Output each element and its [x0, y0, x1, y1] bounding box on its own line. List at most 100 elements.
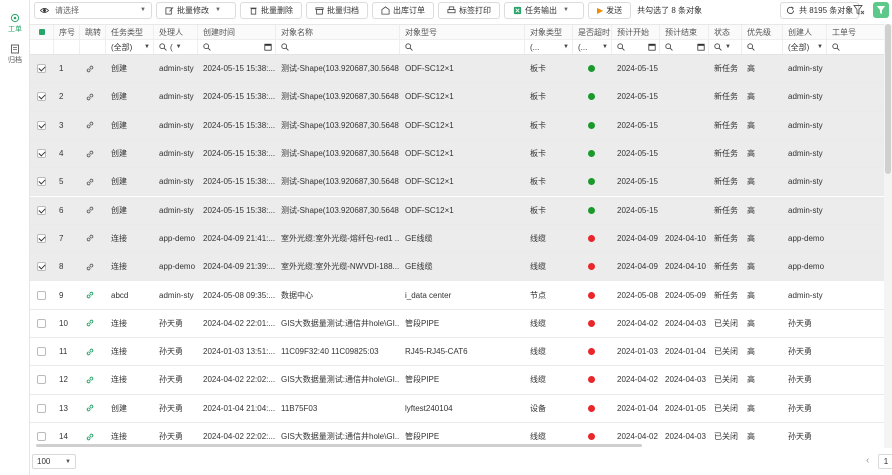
link-icon[interactable] [85, 375, 95, 385]
checkbox-box[interactable] [37, 262, 46, 272]
column-header-jump[interactable]: 跳转 [80, 25, 106, 39]
row-checkbox[interactable] [30, 310, 54, 337]
link-icon[interactable] [85, 318, 95, 328]
row-jump-cell[interactable] [80, 55, 106, 82]
total-count-refresh[interactable]: 共 8195 条对象 [780, 2, 860, 19]
row-checkbox[interactable] [30, 225, 54, 252]
object-type-filter-select[interactable]: (... ▼ [525, 40, 573, 54]
row-jump-cell[interactable] [80, 338, 106, 365]
created-date-filter[interactable] [198, 40, 276, 54]
table-row[interactable]: 5 创建 admin-sty 2024-05-15 15:38:... 测试-Shape… [30, 168, 892, 197]
batch-edit-button[interactable]: 批量修改 ▼ [156, 1, 236, 19]
column-header-start[interactable]: 预计开始 [612, 25, 660, 39]
horizontal-scroll-thumb[interactable] [36, 444, 642, 447]
rail-item-work-order[interactable]: 工单 [0, 13, 30, 34]
view-select[interactable]: 请选择 ▼ [34, 1, 152, 19]
checkbox-box[interactable] [37, 205, 46, 215]
column-header-handler[interactable]: 处理人 [154, 25, 198, 39]
table-row[interactable]: 10 连接 孙天勇 2024-04-02 22:01:... GIS大数据量测试:通信井… [30, 310, 892, 338]
page-number[interactable]: 1 [878, 454, 892, 469]
end-date-filter[interactable] [660, 40, 709, 54]
row-checkbox[interactable] [30, 197, 54, 224]
table-row[interactable]: 6 创建 admin-sty 2024-05-15 15:38:... 测试-Shape… [30, 196, 892, 225]
link-icon[interactable] [85, 233, 95, 243]
row-checkbox[interactable] [30, 168, 54, 195]
row-checkbox[interactable] [30, 395, 54, 422]
send-button[interactable]: ▶ 发送 [588, 1, 632, 19]
task-output-button[interactable]: 任务输出 ▼ [504, 1, 584, 19]
warehouse-order-button[interactable]: 出库订单 [372, 1, 434, 19]
column-header-object-type[interactable]: 对象类型 [525, 25, 573, 39]
horizontal-scrollbar[interactable] [30, 444, 884, 448]
table-row[interactable]: 4 创建 admin-sty 2024-05-15 15:38:... 测试-Shape… [30, 139, 892, 169]
checkbox-box[interactable] [37, 403, 46, 413]
row-checkbox[interactable] [30, 253, 54, 280]
creator-filter-select[interactable]: (全部) ▼ [783, 40, 827, 54]
batch-delete-button[interactable]: 批量删除 [240, 1, 302, 19]
link-icon[interactable] [85, 177, 95, 187]
page-size-select[interactable]: 100 ▼ [32, 454, 76, 469]
link-icon[interactable] [85, 347, 95, 357]
vertical-scrollbar[interactable] [884, 24, 892, 448]
row-checkbox[interactable] [30, 83, 54, 110]
row-checkbox[interactable] [30, 366, 54, 393]
table-row[interactable]: 11 连接 孙天勇 2024-01-03 13:51:... 11C09F32:40 1… [30, 338, 892, 367]
object-model-filter[interactable] [400, 40, 525, 54]
type-filter-select[interactable]: (全部) ▼ [106, 40, 154, 54]
link-icon[interactable] [85, 64, 95, 74]
column-header-object-name[interactable]: 对象名称 [276, 25, 400, 39]
column-header-overdue[interactable]: 是否超时 [573, 25, 612, 39]
row-jump-cell[interactable] [80, 168, 106, 195]
table-row[interactable]: 9 abcd admin-sty 2024-05-08 09:35:... 数据中心 i_… [30, 281, 892, 310]
label-print-button[interactable]: 标签打印 [438, 1, 500, 19]
priority-filter[interactable] [742, 40, 783, 54]
table-row[interactable]: 8 连接 app-demo 2024-04-09 21:39:... 室外光缆:室外光缆… [30, 253, 892, 282]
batch-archive-button[interactable]: 批量归档 [306, 1, 368, 19]
overdue-filter-select[interactable]: (... ▼ [573, 40, 612, 54]
link-icon[interactable] [85, 432, 95, 442]
checkbox-box[interactable] [37, 120, 46, 130]
column-header-type[interactable]: 任务类型 [106, 25, 154, 39]
row-checkbox[interactable] [30, 281, 54, 308]
vertical-scroll-thumb[interactable] [885, 24, 891, 174]
status-filter[interactable]: ▼ [709, 40, 742, 54]
row-jump-cell[interactable] [80, 225, 106, 252]
start-date-filter[interactable] [612, 40, 660, 54]
checkbox-box[interactable] [37, 347, 46, 357]
checkbox-box[interactable] [37, 290, 46, 300]
link-icon[interactable] [85, 92, 95, 102]
column-header-creator[interactable]: 创建人 [783, 25, 827, 39]
column-header-created[interactable]: 创建时间 [198, 25, 276, 39]
column-header-priority[interactable]: 优先级 [742, 25, 783, 39]
link-icon[interactable] [85, 120, 95, 130]
row-jump-cell[interactable] [80, 253, 106, 280]
row-checkbox[interactable] [30, 112, 54, 139]
checkbox-box[interactable] [37, 432, 46, 442]
column-header-seq[interactable]: 序号 [54, 25, 80, 39]
link-icon[interactable] [85, 149, 95, 159]
column-header-object-model[interactable]: 对象型号 [400, 25, 525, 39]
link-icon[interactable] [85, 290, 95, 300]
table-row[interactable]: 13 创建 孙天勇 2024-01-04 21:04:... 11B75F03 lyfte… [30, 395, 892, 423]
row-checkbox[interactable] [30, 140, 54, 167]
checkbox-box[interactable] [37, 64, 46, 74]
row-checkbox[interactable] [30, 338, 54, 365]
row-checkbox[interactable] [30, 55, 54, 82]
table-row[interactable]: 3 创建 admin-sty 2024-05-15 15:38:... 测试-Shape… [30, 111, 892, 140]
row-jump-cell[interactable] [80, 112, 106, 139]
order-no-filter[interactable] [827, 40, 885, 54]
prev-page-button[interactable]: ‹ [866, 455, 869, 466]
clear-filter-icon[interactable] [853, 4, 865, 16]
row-jump-cell[interactable] [80, 83, 106, 110]
link-icon[interactable] [85, 262, 95, 272]
row-jump-cell[interactable] [80, 310, 106, 337]
checkbox-box[interactable] [37, 149, 46, 159]
link-icon[interactable] [85, 403, 95, 413]
row-jump-cell[interactable] [80, 140, 106, 167]
table-row[interactable]: 1 创建 admin-sty 2024-05-15 15:38:... 测试-Shape… [30, 55, 892, 84]
table-row[interactable]: 2 创建 admin-sty 2024-05-15 15:38:... 测试-Shape… [30, 83, 892, 112]
column-header-status[interactable]: 状态 [709, 25, 742, 39]
checkbox-box[interactable] [37, 375, 46, 385]
checkbox-box[interactable] [37, 177, 46, 187]
row-jump-cell[interactable] [80, 395, 106, 422]
